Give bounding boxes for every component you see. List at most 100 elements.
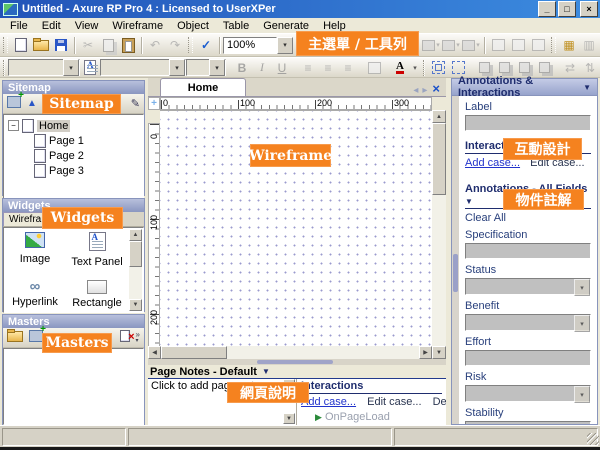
scroll-up-button[interactable]: ▲	[432, 110, 446, 123]
toolbar-grip[interactable]	[551, 37, 556, 53]
align-center-button[interactable]: ≡	[318, 58, 338, 77]
annotations-panel-header[interactable]: Annotations & Interactions ▼	[451, 78, 598, 96]
italic-button[interactable]: I	[252, 58, 272, 77]
menu-edit[interactable]: Edit	[35, 19, 68, 33]
canvas-horizontal-scrollbar[interactable]: ◀ ▶	[148, 346, 432, 359]
event-row[interactable]: ▶ OnPageLoad	[301, 411, 442, 423]
tab-prev-button[interactable]: ◂	[411, 85, 420, 96]
add-case-link[interactable]: Add case...	[301, 396, 356, 408]
menu-file[interactable]: File	[3, 19, 35, 33]
menu-object[interactable]: Object	[170, 19, 216, 33]
effort-input[interactable]	[465, 350, 591, 366]
sitemap-panel-header[interactable]: Sitemap	[3, 81, 144, 94]
menu-view[interactable]: View	[68, 19, 106, 33]
redo-button[interactable]: ↷	[165, 36, 185, 55]
toolbar-grip[interactable]	[423, 60, 425, 76]
tab-close-button[interactable]: ×	[429, 81, 446, 96]
underline-button[interactable]: U	[272, 58, 292, 77]
select-dropdown-button[interactable]: ▾	[574, 386, 590, 403]
undo-button[interactable]: ↶	[145, 36, 165, 55]
size-combobox[interactable]: ▾	[186, 59, 226, 76]
align-right-button[interactable]: ≡	[338, 58, 358, 77]
clear-all-link[interactable]: Clear All	[465, 212, 591, 224]
benefit-select[interactable]: ▾	[465, 314, 591, 331]
copy-button[interactable]	[98, 36, 118, 55]
masters-list[interactable]	[3, 348, 144, 425]
minimize-button[interactable]: _	[538, 1, 556, 17]
tree-item-page3[interactable]: Page 3	[8, 163, 139, 178]
scroll-left-button[interactable]: ◀	[148, 346, 161, 359]
new-button[interactable]	[11, 36, 31, 55]
align-bottom-button[interactable]	[528, 36, 548, 55]
scrollbar-thumb[interactable]	[129, 241, 142, 267]
title-bar[interactable]: Untitled - Axure RP Pro 4 : Licensed to …	[0, 0, 600, 18]
align-left-button[interactable]: ≡	[298, 58, 318, 77]
arrow-style-dropdown[interactable]: ▾	[461, 36, 481, 55]
style-combobox[interactable]: ▾	[100, 59, 186, 76]
delete-master-button[interactable]	[120, 330, 130, 345]
close-button[interactable]: ×	[580, 1, 598, 17]
scrollbar-thumb[interactable]	[161, 346, 227, 359]
align-top-button[interactable]	[488, 36, 508, 55]
add-page-button[interactable]	[7, 96, 21, 111]
stability-input[interactable]	[465, 421, 591, 424]
tab-wireframe-widgets[interactable]: Wirefra	[3, 212, 47, 226]
open-button[interactable]	[31, 36, 51, 55]
widget-image[interactable]: Image	[4, 232, 66, 268]
align-middle-button[interactable]	[508, 36, 528, 55]
zoom-combobox[interactable]: 100%	[223, 37, 277, 54]
widget-text-panel[interactable]: Text Panel	[66, 232, 128, 268]
collapse-icon[interactable]: −	[8, 120, 19, 131]
spellcheck-button[interactable]: ✓	[196, 36, 216, 55]
cut-button[interactable]: ✂	[78, 36, 98, 55]
scroll-down-button[interactable]: ▼	[283, 413, 295, 424]
select-dropdown-button[interactable]: ▾	[574, 279, 590, 296]
tree-item-home[interactable]: − Home	[8, 118, 139, 133]
risk-select[interactable]: ▾	[465, 385, 591, 402]
font-dropdown-button[interactable]: ▾	[63, 59, 79, 76]
zoom-dropdown-button[interactable]: ▾	[277, 37, 293, 54]
tab-home[interactable]: Home	[160, 78, 246, 96]
tree-item-page1[interactable]: Page 1	[8, 133, 139, 148]
edit-page-button[interactable]: ✎	[131, 97, 140, 110]
label-field-input[interactable]	[465, 115, 591, 131]
widgets-scrollbar[interactable]: ▲ ▼	[129, 229, 142, 311]
group-button[interactable]	[428, 58, 448, 77]
scrollbar-thumb[interactable]	[453, 254, 458, 292]
widget-hyperlink[interactable]: ∞ Hyperlink	[4, 280, 66, 309]
scroll-down-button[interactable]: ▼	[432, 346, 446, 359]
scroll-up-button[interactable]: ▲	[129, 229, 142, 241]
move-up-button[interactable]: ▲	[27, 98, 37, 109]
style-dropdown-button[interactable]: ▾	[169, 59, 185, 76]
font-size-button[interactable]	[80, 58, 100, 77]
tab-next-button[interactable]: ▸	[420, 85, 429, 96]
edit-case-link[interactable]: Edit case...	[367, 396, 421, 408]
specification-input[interactable]	[465, 243, 591, 259]
font-family-combobox[interactable]: ▾	[8, 59, 80, 76]
font-color-button[interactable]: A	[390, 58, 410, 77]
insert-table-button[interactable]: ▦	[559, 36, 579, 55]
status-select[interactable]: ▾	[465, 278, 591, 295]
size-dropdown-button[interactable]: ▾	[209, 59, 225, 76]
select-dropdown-button[interactable]: ▾	[574, 315, 590, 332]
open-master-button[interactable]	[7, 331, 23, 345]
menu-table[interactable]: Table	[216, 19, 256, 33]
paste-button[interactable]	[118, 36, 138, 55]
fill-style-dropdown[interactable]: ▾	[421, 36, 441, 55]
toolbar-grip[interactable]	[3, 37, 8, 53]
page-notes-header[interactable]: Page Notes - Default ▼	[148, 365, 446, 379]
tree-item-page2[interactable]: Page 2	[8, 148, 139, 163]
panel-overflow-button[interactable]: » ▾	[136, 332, 140, 344]
splitter-handle[interactable]	[257, 360, 333, 364]
merge-cells-button[interactable]: ▥	[579, 36, 599, 55]
toolbar-grip[interactable]	[188, 37, 193, 53]
save-button[interactable]	[51, 36, 71, 55]
delete-case-link[interactable]: Delete ca	[433, 396, 446, 408]
menu-wireframe[interactable]: Wireframe	[105, 19, 170, 33]
bullet-list-button[interactable]	[364, 58, 384, 77]
widget-rectangle[interactable]: Rectangle	[66, 280, 128, 309]
scroll-right-button[interactable]: ▶	[419, 346, 432, 359]
font-color-dropdown[interactable]: ▾	[410, 58, 420, 77]
window-resize-grip[interactable]	[587, 433, 599, 445]
line-style-dropdown[interactable]: ▾	[441, 36, 461, 55]
